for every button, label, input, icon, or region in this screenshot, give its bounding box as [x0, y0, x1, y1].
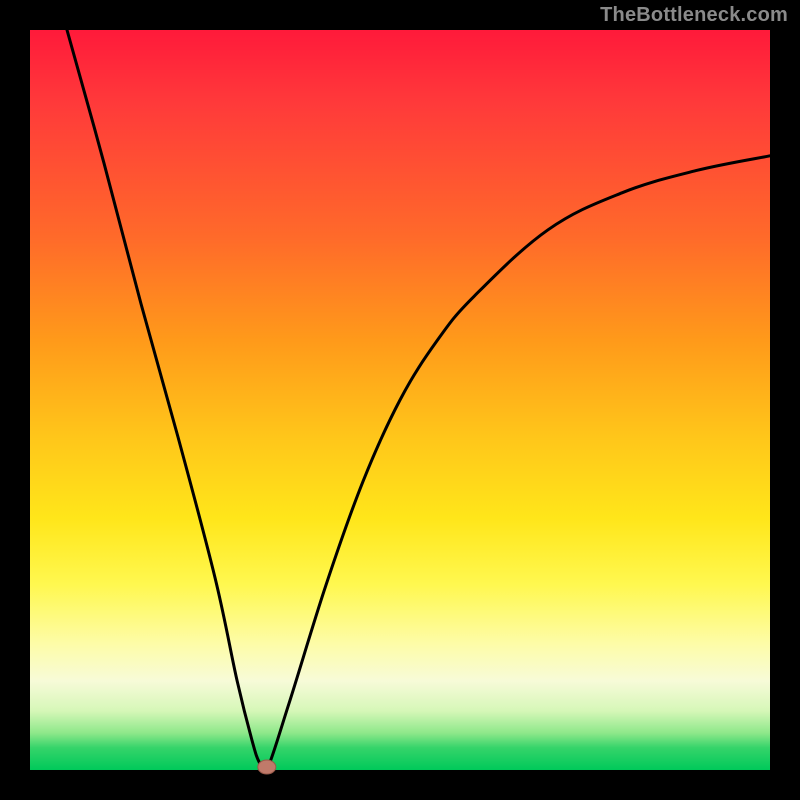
min-marker — [258, 760, 276, 774]
plot-area — [30, 30, 770, 770]
watermark-text: TheBottleneck.com — [600, 4, 788, 27]
bottleneck-curve — [30, 30, 770, 770]
curve-path — [67, 30, 770, 774]
chart-frame: TheBottleneck.com — [0, 0, 800, 800]
